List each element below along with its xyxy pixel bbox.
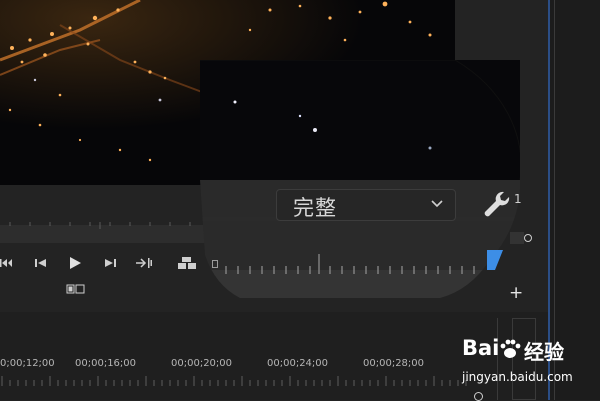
baidu-jingyan-watermark: Bai 经验 jingyan.baidu.com xyxy=(462,336,573,390)
watermark-url: jingyan.baidu.com xyxy=(462,370,573,384)
magnified-scrub-ruler[interactable] xyxy=(222,250,490,278)
go-to-in-point-icon[interactable] xyxy=(0,255,14,271)
watermark-brand: Bai xyxy=(462,336,500,360)
plus-icon: + xyxy=(509,283,524,303)
settings-circle-handle[interactable] xyxy=(524,234,532,242)
add-button[interactable]: + xyxy=(509,283,523,303)
timecode-label: 00;00;28;00 xyxy=(363,358,425,369)
wrench-icon[interactable] xyxy=(480,188,514,222)
chevron-down-icon xyxy=(429,193,445,217)
scrub-bar[interactable] xyxy=(0,222,210,243)
timecode-label: 00;00;20;00 xyxy=(171,358,233,369)
playback-resolution-dropdown[interactable]: 完整 xyxy=(276,189,456,221)
play-icon xyxy=(70,257,81,269)
wrench-badge-count: 1 xyxy=(514,192,522,206)
ruler-end-marker xyxy=(212,260,218,268)
step-back-frame-icon[interactable] xyxy=(33,256,49,270)
step-forward-frame-icon[interactable] xyxy=(102,256,118,270)
baidu-paw-icon xyxy=(500,339,521,358)
timeline-ruler[interactable] xyxy=(0,376,470,386)
export-frame-icon[interactable] xyxy=(66,283,86,295)
lift-icon[interactable] xyxy=(177,255,197,271)
settings-underline-bar xyxy=(510,232,524,244)
timecode-label: 00;00;16;00 xyxy=(75,358,137,369)
dropdown-selected-value: 完整 xyxy=(293,196,337,220)
play-button[interactable] xyxy=(67,255,83,271)
timecode-label: 0;00;12;00 xyxy=(0,358,55,369)
watermark-suffix: 经验 xyxy=(524,340,564,364)
timecode-label: 00;00;24;00 xyxy=(267,358,329,369)
go-to-out-point-icon[interactable] xyxy=(135,255,153,271)
playhead-marker-icon[interactable] xyxy=(486,249,504,271)
